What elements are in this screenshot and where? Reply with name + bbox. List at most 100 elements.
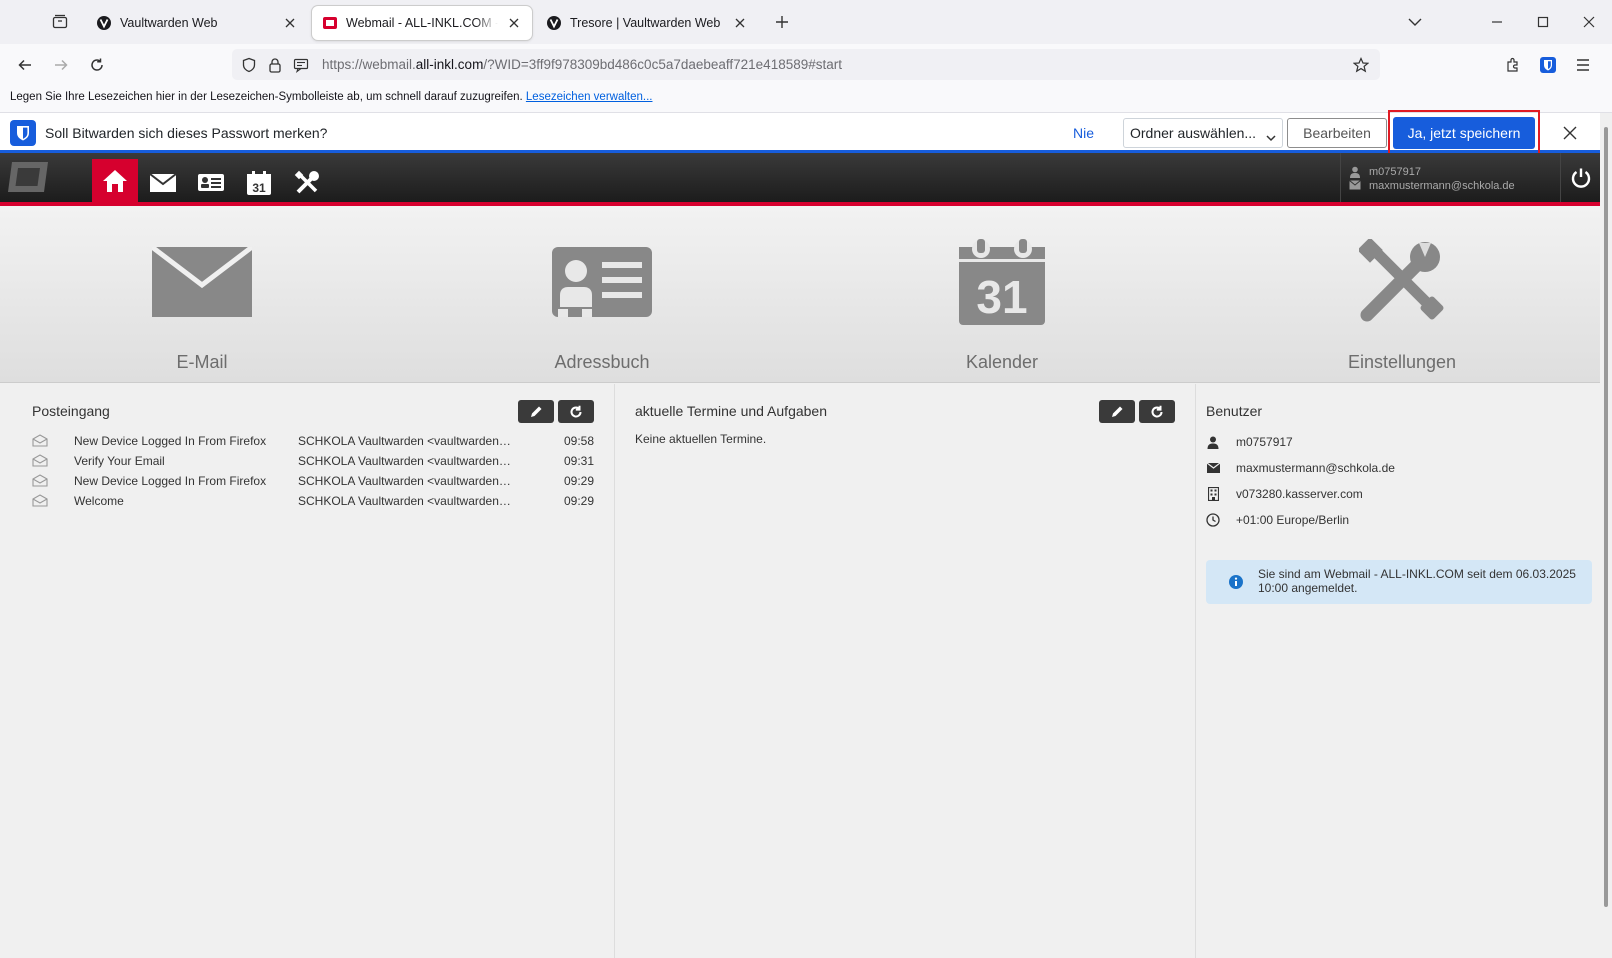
maximize-icon[interactable]	[1520, 8, 1566, 36]
url-prefix: https://webmail.	[322, 57, 416, 72]
open-envelope-icon	[32, 474, 48, 487]
app-launcher: E-Mail Adressbuch 31 Kalender Einstellun…	[0, 206, 1600, 383]
close-tab-icon[interactable]	[506, 15, 522, 31]
mail-subject: New Device Logged In From Firefox	[74, 434, 267, 448]
userinfo-title: Benutzer	[1206, 403, 1263, 419]
nav-settings-icon[interactable]	[287, 163, 327, 203]
user-email: maxmustermann@schkola.de	[1369, 180, 1515, 192]
tab-title: Webmail - ALL-INKL.COM - ma	[346, 16, 498, 30]
inbox-title: Posteingang	[32, 403, 110, 419]
vaultwarden-icon	[546, 15, 562, 31]
minimize-icon[interactable]	[1474, 8, 1520, 36]
navigation-toolbar: https://webmail.all-inkl.com/?WID=3ff9f9…	[0, 44, 1612, 85]
tab-bar: Vaultwarden Web Webmail - ALL-INKL.COM -…	[0, 0, 1612, 44]
close-tab-icon[interactable]	[732, 15, 748, 31]
url-bar[interactable]: https://webmail.all-inkl.com/?WID=3ff9f9…	[232, 49, 1380, 80]
tile-addressbook[interactable]: Adressbuch	[402, 206, 802, 383]
refresh-icon	[570, 405, 582, 418]
mail-time: 09:29	[564, 474, 595, 488]
new-tab-icon[interactable]	[770, 10, 794, 34]
mail-time: 09:58	[564, 434, 595, 448]
tile-settings[interactable]: Einstellungen	[1202, 206, 1602, 383]
user-icon	[1349, 166, 1361, 178]
close-icon[interactable]	[1560, 123, 1580, 143]
never-button[interactable]: Nie	[1073, 125, 1094, 141]
events-empty-text: Keine aktuellen Termine.	[635, 432, 767, 446]
tab-tresore[interactable]: Tresore | Vaultwarden Web	[536, 6, 758, 40]
mail-time: 09:31	[564, 454, 595, 468]
bitwarden-logo-icon	[10, 120, 36, 146]
close-tab-icon[interactable]	[282, 15, 298, 31]
clock-icon	[1206, 513, 1220, 527]
user-icon	[1206, 435, 1220, 449]
tab-title: Vaultwarden Web	[120, 16, 218, 30]
user-login: m0757917	[1369, 166, 1421, 178]
tile-settings-label: Einstellungen	[1347, 352, 1457, 372]
bookmark-star-icon[interactable]	[1352, 56, 1370, 74]
userinfo-timezone: +01:00 Europe/Berlin	[1236, 513, 1350, 527]
nav-email-icon[interactable]	[143, 163, 183, 203]
refresh-icon	[1151, 405, 1163, 418]
mail-row[interactable]: New Device Logged In From Firefox SCHKOL…	[32, 432, 595, 450]
events-refresh-button[interactable]	[1139, 400, 1175, 423]
mail-row[interactable]: Welcome SCHKOLA Vaultwarden <vaultwarden…	[32, 492, 594, 510]
page-info-icon[interactable]	[292, 56, 310, 74]
nav-addressbook-icon[interactable]	[191, 163, 231, 203]
reload-icon[interactable]	[82, 50, 112, 80]
url-rest: /?WID=3ff9f978309bd486c0c5a7daebeaff721e…	[483, 57, 842, 72]
list-all-tabs-icon[interactable]	[1392, 8, 1438, 36]
edit-button[interactable]: Bearbeiten	[1287, 118, 1387, 148]
logout-power-icon[interactable]	[1560, 153, 1600, 202]
lock-icon[interactable]	[266, 56, 284, 74]
folder-select-value: Ordner auswählen...	[1130, 125, 1257, 141]
bitwarden-save-password-bar: Soll Bitwarden sich dieses Passwort merk…	[0, 110, 1600, 155]
inbox-edit-button[interactable]	[518, 400, 554, 423]
pencil-icon	[1112, 406, 1123, 417]
all-inkl-logo[interactable]	[6, 159, 52, 195]
user-summary[interactable]: m0757917 maxmustermann@schkola.de	[1340, 153, 1560, 202]
all-inkl-icon	[322, 15, 338, 31]
extensions-icon[interactable]	[1498, 50, 1528, 80]
tile-email[interactable]: E-Mail	[2, 206, 402, 383]
scrollbar-thumb[interactable]	[1604, 127, 1608, 907]
tile-calendar[interactable]: 31 Kalender	[802, 206, 1202, 383]
back-icon[interactable]	[10, 50, 40, 80]
webmail-topbar: 31 m0757917 maxmustermann@schkola.de	[0, 153, 1600, 202]
tab-webmail[interactable]: Webmail - ALL-INKL.COM - ma	[312, 6, 532, 40]
mail-row[interactable]: New Device Logged In From Firefox SCHKOL…	[32, 472, 595, 490]
forward-icon[interactable]	[46, 50, 76, 80]
bitwarden-extension-icon[interactable]	[1533, 50, 1563, 80]
bitwarden-question: Soll Bitwarden sich dieses Passwort merk…	[45, 125, 328, 141]
userinfo-email: maxmustermann@schkola.de	[1236, 461, 1395, 475]
mail-sender: SCHKOLA Vaultwarden <vaultwarden@schkola…	[298, 434, 513, 448]
envelope-icon	[1206, 461, 1220, 475]
vaultwarden-icon	[96, 15, 112, 31]
mail-icon	[1349, 180, 1361, 192]
nav-home-icon[interactable]	[92, 159, 138, 202]
svg-text:31: 31	[976, 271, 1027, 323]
inbox-refresh-button[interactable]	[558, 400, 594, 423]
open-envelope-icon	[32, 434, 48, 447]
chevron-down-icon	[1266, 129, 1276, 145]
url-domain: all-inkl.com	[415, 57, 484, 72]
manage-bookmarks-link[interactable]: Lesezeichen verwalten...	[526, 91, 653, 103]
app-menu-icon[interactable]	[1568, 50, 1598, 80]
mail-subject: Welcome	[74, 494, 124, 508]
events-edit-button[interactable]	[1099, 400, 1135, 423]
inbox-panel: Posteingang New Device Logged In From Fi…	[0, 384, 614, 958]
tab-overview-icon[interactable]	[44, 8, 76, 36]
calendar-icon: 31	[952, 234, 1052, 330]
close-window-icon[interactable]	[1566, 8, 1612, 36]
folder-select[interactable]: Ordner auswählen...	[1123, 118, 1283, 148]
tile-email-label: E-Mail	[176, 352, 228, 372]
nav-calendar-icon[interactable]: 31	[239, 163, 279, 203]
save-password-button[interactable]: Ja, jetzt speichern	[1393, 117, 1535, 149]
open-envelope-icon	[32, 494, 48, 507]
events-title: aktuelle Termine und Aufgaben	[635, 403, 827, 419]
mail-row[interactable]: Verify Your Email SCHKOLA Vaultwarden <v…	[32, 452, 595, 470]
tracking-protection-shield-icon[interactable]	[240, 56, 258, 74]
tab-vaultwarden-web[interactable]: Vaultwarden Web	[86, 6, 308, 40]
svg-text:31: 31	[252, 181, 266, 195]
open-envelope-icon	[32, 454, 48, 467]
url-text[interactable]: https://webmail.all-inkl.com/?WID=3ff9f9…	[322, 57, 842, 72]
